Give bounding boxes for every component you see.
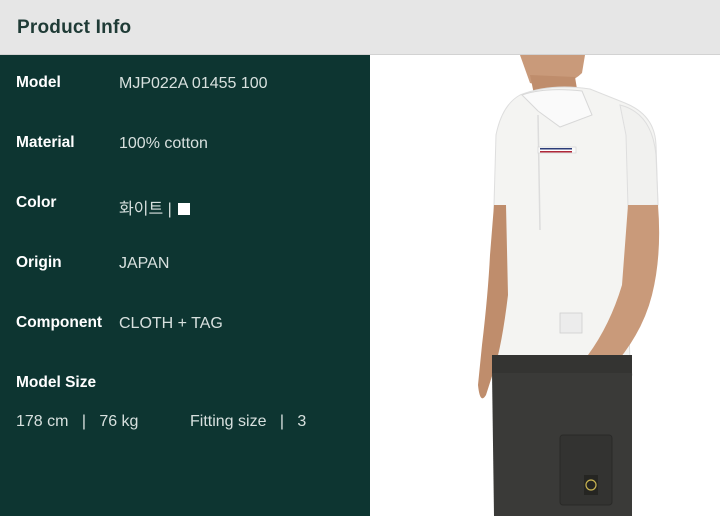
separator: | <box>279 413 284 430</box>
spec-label: Model <box>16 74 61 91</box>
header-bar: Product Info <box>0 0 720 55</box>
product-info-panel: Model MJP022A 01455 100 Material 100% co… <box>0 55 370 516</box>
spec-row-color: Color 화이트 | <box>0 194 370 218</box>
spec-label: Origin <box>16 254 62 271</box>
spec-row-model: Model MJP022A 01455 100 <box>0 74 370 98</box>
pants-waistband <box>492 355 632 373</box>
model-height: 178 cm <box>16 413 69 430</box>
fitting-size-label: Fitting size <box>190 413 267 430</box>
spec-value: JAPAN <box>119 255 170 272</box>
color-name: 화이트 | <box>119 201 172 218</box>
pocket-stripe-red <box>540 151 572 153</box>
spec-label: Material <box>16 134 75 151</box>
product-model-photo <box>370 55 720 516</box>
model-size-heading-row: Model Size <box>0 374 370 398</box>
spec-row-origin: Origin JAPAN <box>0 254 370 278</box>
pocket-stripe-white <box>540 149 572 151</box>
spec-value: CLOTH + TAG <box>119 315 223 332</box>
model-size-label: Model Size <box>16 374 97 391</box>
spec-value-color: 화이트 | <box>119 195 191 219</box>
model-weight: 76 kg <box>99 413 139 430</box>
spec-value: 100% cotton <box>119 135 208 152</box>
spec-row-component: Component CLOTH + TAG <box>0 314 370 338</box>
spec-row-material: Material 100% cotton <box>0 134 370 158</box>
model-measurements: 178 cm | 76 kg <box>16 413 138 431</box>
model-illustration <box>478 55 660 516</box>
fitting-size: Fitting size | 3 <box>190 413 306 431</box>
page-title: Product Info <box>17 17 132 38</box>
pocket-stripe-navy <box>540 148 572 150</box>
spec-label: Color <box>16 194 57 211</box>
fitting-size-value: 3 <box>297 413 307 430</box>
white-color-swatch <box>178 203 191 215</box>
shirt-tag <box>559 312 583 334</box>
spec-label: Component <box>16 314 103 331</box>
separator: | <box>81 413 86 430</box>
spec-value: MJP022A 01455 100 <box>119 75 268 92</box>
